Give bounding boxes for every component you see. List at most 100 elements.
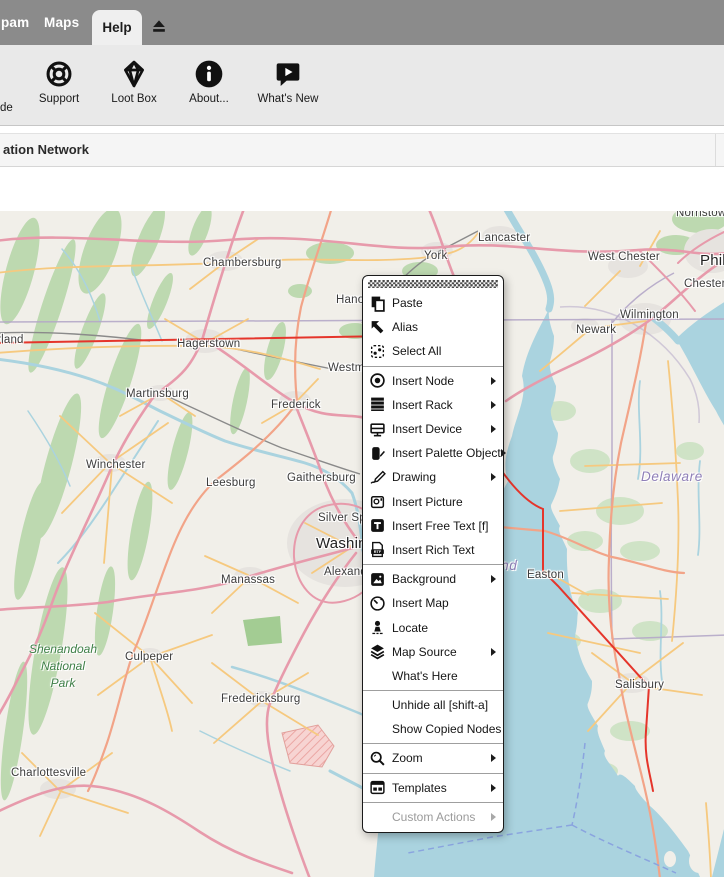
map-label-city: Winchester <box>86 459 146 471</box>
menu-item-insert-map[interactable]: Insert Map <box>363 591 503 615</box>
submenu-arrow-icon <box>491 813 496 821</box>
menu-separator <box>363 802 503 803</box>
toolbar-item-whats-new[interactable]: What's New <box>250 45 326 125</box>
map-label-city: Salisbury <box>615 679 664 691</box>
diagram-title-bar: ation Network <box>0 133 724 167</box>
menu-item-templates[interactable]: Templates <box>363 776 503 800</box>
menu-item-insert-free-text[interactable]: Insert Free Text [f] <box>363 514 503 538</box>
tab-help[interactable]: Help <box>92 10 142 45</box>
map-label-city: Culpeper <box>125 651 173 663</box>
map-label-city: Easton <box>527 569 564 581</box>
menu-drag-handle[interactable] <box>368 280 498 288</box>
insert-palette-object-icon <box>369 445 386 462</box>
insert-device-icon <box>369 421 386 438</box>
menu-item-whats-here[interactable]: What's Here <box>363 664 503 688</box>
menu-item-paste[interactable]: Paste <box>363 291 503 315</box>
menu-item-insert-palette-object[interactable]: Insert Palette Object <box>363 441 503 465</box>
map-label-city: Wilmington <box>620 309 679 321</box>
no-icon-spacer <box>369 721 386 738</box>
menu-item-alias[interactable]: Alias <box>363 315 503 339</box>
menu-item-label: Insert Rich Text <box>392 543 474 557</box>
map-label-city: Manassas <box>221 574 275 586</box>
menu-item-label: Templates <box>392 781 447 795</box>
map-label-city: Frederick <box>271 399 321 411</box>
menu-ipam[interactable]: Ipam <box>0 0 29 45</box>
menu-separator <box>363 690 503 691</box>
map-label-city: Leesburg <box>206 477 256 489</box>
menu-item-label: Unhide all [shift-a] <box>392 698 488 712</box>
map-label-city: York <box>424 250 447 262</box>
menu-item-label: Custom Actions <box>392 810 475 824</box>
select-all-icon <box>369 343 386 360</box>
map-label-city: Lancaster <box>478 232 530 244</box>
menu-item-show-copied-nodes[interactable]: Show Copied Nodes <box>363 717 503 741</box>
map-label-city: Cumberland <box>0 334 24 346</box>
submenu-arrow-icon <box>491 575 496 583</box>
menu-item-map-source[interactable]: Map Source <box>363 640 503 664</box>
app-window: Chambersburg Lancaster York Norristown W… <box>0 0 724 877</box>
menu-item-insert-node[interactable]: Insert Node <box>363 369 503 393</box>
insert-node-icon <box>369 372 386 389</box>
context-menu: Paste Alias Select All Insert Node <box>362 275 504 833</box>
toolbar-item-label: What's New <box>250 93 326 105</box>
menu-item-label: Paste <box>392 296 423 310</box>
insert-rack-icon <box>369 396 386 413</box>
paste-icon <box>369 295 386 312</box>
toolbar-item-support[interactable]: Support <box>25 45 93 125</box>
menu-item-select-all[interactable]: Select All <box>363 339 503 363</box>
toolbar-item-clipped[interactable]: de <box>0 102 13 114</box>
toolbar-item-label: Loot Box <box>100 93 168 105</box>
map-source-icon <box>369 643 386 660</box>
menu-item-background[interactable]: Background <box>363 567 503 591</box>
eject-icon[interactable] <box>149 17 169 37</box>
menu-maps[interactable]: Maps <box>44 0 79 45</box>
submenu-arrow-icon <box>491 473 496 481</box>
help-toolbar: de Support Loot Box <box>0 45 724 126</box>
toolbar-item-loot-box[interactable]: Loot Box <box>100 45 168 125</box>
diagram-title: ation Network <box>3 134 89 166</box>
map-label-city: Charlottesville <box>11 767 86 779</box>
menu-item-custom-actions: Custom Actions <box>363 805 503 829</box>
map-label-state: Delaware <box>641 469 703 484</box>
insert-rich-text-icon: RTF <box>369 541 386 558</box>
menu-item-label: Insert Rack <box>392 398 453 412</box>
menu-item-insert-rich-text[interactable]: RTF Insert Rich Text <box>363 538 503 562</box>
map-label-city: Fredericksburg <box>221 693 301 705</box>
menu-item-label: Zoom <box>392 751 423 765</box>
menu-item-insert-picture[interactable]: Insert Picture <box>363 490 503 514</box>
toolbar-item-about[interactable]: About... <box>175 45 243 125</box>
menu-item-label: Insert Picture <box>392 495 463 509</box>
menu-separator <box>363 366 503 367</box>
no-icon-spacer <box>369 697 386 714</box>
locate-icon <box>369 619 386 636</box>
announcement-play-icon <box>272 58 304 90</box>
menu-item-unhide-all[interactable]: Unhide all [shift-a] <box>363 693 503 717</box>
menu-item-label: Insert Free Text [f] <box>392 519 488 533</box>
insert-picture-icon <box>369 493 386 510</box>
title-bar-divider <box>715 134 716 166</box>
submenu-arrow-icon <box>491 401 496 409</box>
menu-item-label: Select All <box>392 344 441 358</box>
menu-item-label: What's Here <box>392 669 458 683</box>
toolbar-item-label: About... <box>175 93 243 105</box>
menu-item-label: Insert Node <box>392 374 454 388</box>
menu-item-locate[interactable]: Locate <box>363 615 503 639</box>
gem-icon <box>118 58 150 90</box>
toolbar-item-label: Support <box>25 93 93 105</box>
map-label-city: Philadelphia <box>700 252 724 269</box>
background-icon <box>369 571 386 588</box>
menu-item-label: Locate <box>392 621 428 635</box>
menu-item-drawing[interactable]: Drawing <box>363 465 503 489</box>
map-label-city: Chester <box>684 278 724 290</box>
menu-item-zoom[interactable]: Zoom <box>363 746 503 770</box>
insert-map-icon <box>369 595 386 612</box>
insert-free-text-icon <box>369 517 386 534</box>
submenu-arrow-icon <box>491 648 496 656</box>
menu-item-insert-rack[interactable]: Insert Rack <box>363 393 503 417</box>
submenu-arrow-icon <box>491 425 496 433</box>
map-label-park: Shenandoah National Park <box>8 641 118 692</box>
map-label-city: Gaithersburg <box>287 472 356 484</box>
menu-item-insert-device[interactable]: Insert Device <box>363 417 503 441</box>
zoom-icon <box>369 750 386 767</box>
top-menu-bar: Ipam Maps Help <box>0 0 724 45</box>
